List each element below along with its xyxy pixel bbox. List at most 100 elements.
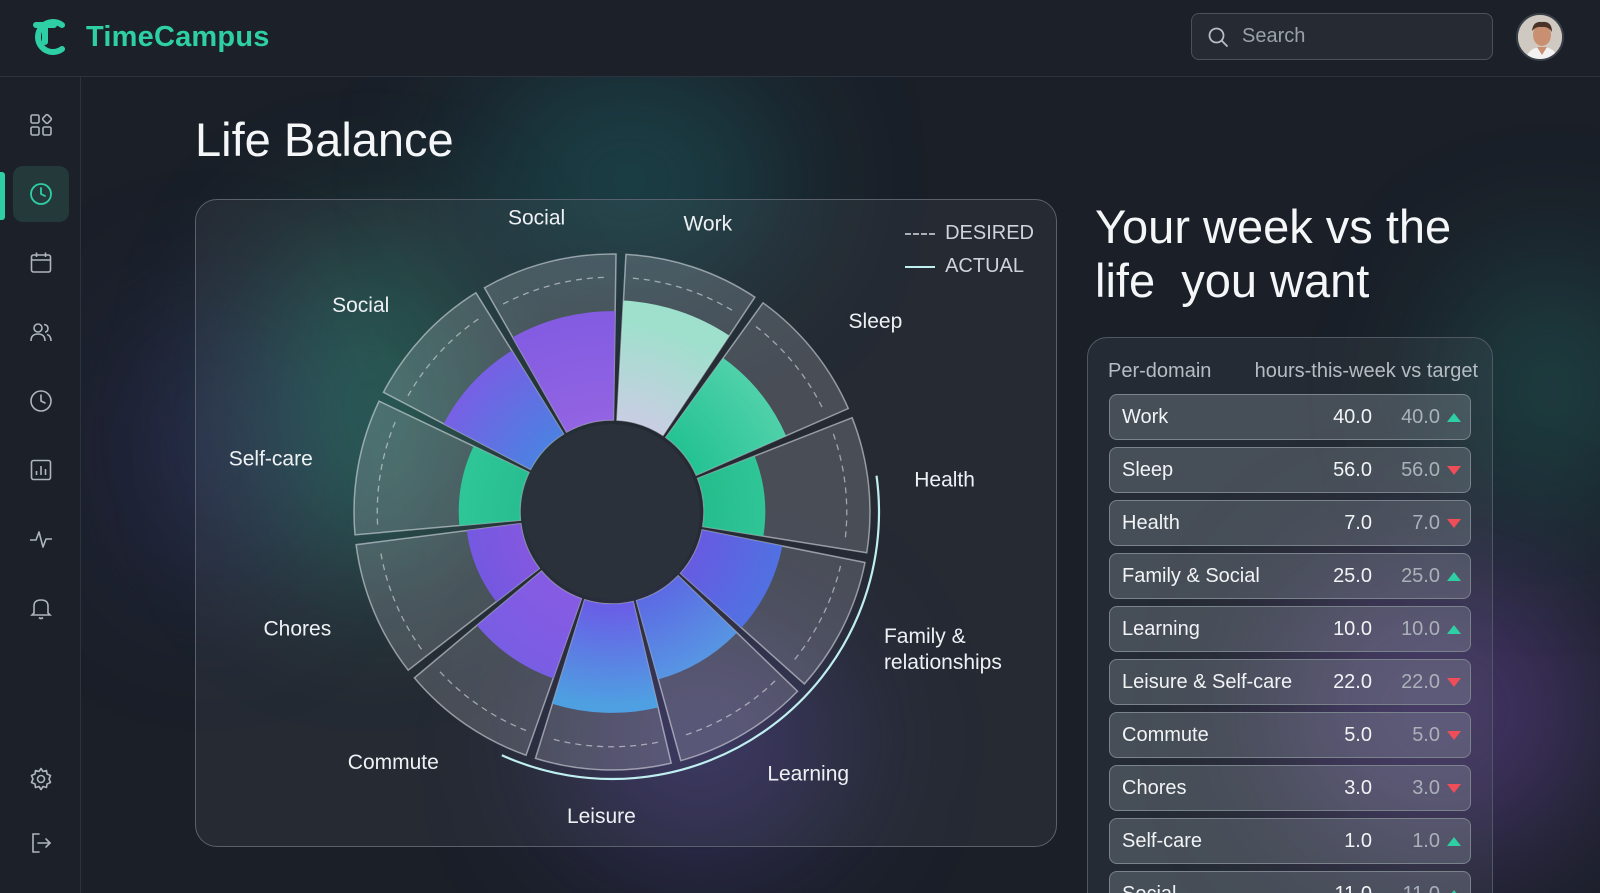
dashboard-icon — [30, 113, 53, 136]
sidebar-item-settings[interactable] — [13, 751, 69, 807]
segment-label-line: Self-care — [229, 447, 313, 470]
top-bar: TimeCampus — [0, 0, 1600, 77]
row-target-hours: 25.0 — [1401, 564, 1440, 587]
dashed-line-swatch — [905, 232, 936, 235]
pulse-icon — [30, 531, 52, 548]
segment-label-line: Work — [683, 212, 732, 235]
segment-label: Self-care — [229, 447, 313, 470]
users-icon — [30, 323, 52, 342]
wheel-legend: DESIRED ACTUAL — [905, 222, 1034, 288]
table-row[interactable]: Social 11.0 11.0 — [1109, 871, 1471, 893]
row-domain-name: Work — [1122, 405, 1169, 428]
row-target-hours: 1.0 — [1412, 829, 1440, 852]
clock-icon — [30, 183, 52, 205]
table-header-left: Per-domain — [1108, 360, 1212, 382]
row-actual-hours: 56.0 — [1333, 458, 1372, 481]
search-input[interactable] — [1242, 25, 1472, 48]
per-domain-table: Per-domain hours-this-week vs target Wor… — [1087, 337, 1493, 893]
bar-chart-icon — [30, 459, 52, 481]
row-target-hours: 11.0 — [1403, 883, 1440, 893]
legend-actual-label: ACTUAL — [945, 255, 1024, 277]
trend-up-icon — [1447, 624, 1461, 634]
segment-label: Learning — [767, 762, 849, 785]
solid-line-swatch — [905, 265, 936, 268]
row-domain-name: Family & Social — [1122, 564, 1260, 587]
headline-line-1: Your week vs the — [1095, 200, 1452, 253]
trend-down-icon — [1447, 518, 1461, 528]
sidebar-item-notifications[interactable] — [13, 580, 69, 636]
table-header-right: hours-this-week vs target — [1254, 360, 1478, 382]
segment-label: Family & relationships — [884, 625, 1002, 674]
sidebar-item-history[interactable] — [13, 373, 69, 429]
life-balance-wheel: Work Sleep Health Family & relationships Lear… — [229, 207, 1002, 828]
table-row[interactable]: Commute 5.0 5.0 — [1109, 712, 1471, 758]
page-title: Life Balance — [195, 113, 454, 166]
row-target-hours: 3.0 — [1412, 776, 1440, 799]
row-actual-hours: 25.0 — [1333, 564, 1372, 587]
row-target-hours: 40.0 — [1401, 405, 1440, 428]
week-headline: Your week vs the life you want — [1095, 200, 1575, 308]
segment-label-line: Chores — [264, 618, 332, 641]
sidebar-item-activity[interactable] — [13, 511, 69, 567]
table-row[interactable]: Work 40.0 40.0 — [1109, 394, 1471, 440]
segment-label-line: Commute — [348, 751, 439, 774]
row-domain-name: Chores — [1122, 776, 1187, 799]
row-domain-name: Social — [1122, 883, 1176, 893]
trend-up-icon — [1447, 889, 1461, 893]
segment-label: Leisure — [567, 805, 636, 828]
legend-desired: DESIRED — [905, 222, 1034, 245]
row-target-hours: 7.0 — [1412, 511, 1440, 534]
row-actual-hours: 7.0 — [1344, 511, 1372, 534]
segment-label: Social — [508, 207, 565, 230]
wheel-hub — [524, 424, 700, 600]
bell-icon — [30, 599, 52, 620]
segment-label: Chores — [264, 618, 332, 641]
row-domain-name: Health — [1122, 511, 1180, 534]
sidebar-item-people[interactable] — [13, 304, 69, 360]
segment-label: Health — [914, 468, 975, 491]
row-domain-name: Self-care — [1122, 829, 1203, 852]
sidebar-item-life-balance[interactable] — [13, 166, 69, 222]
row-domain-name: Sleep — [1122, 458, 1174, 481]
sidebar-item-reports[interactable] — [13, 442, 69, 498]
row-actual-hours: 1.0 — [1344, 829, 1372, 852]
trend-up-icon — [1447, 571, 1461, 581]
clock-icon — [30, 390, 52, 412]
logout-icon — [32, 833, 52, 853]
search-icon — [1208, 27, 1228, 47]
table-header: Per-domain hours-this-week vs target — [1108, 360, 1478, 383]
avatar-photo-icon — [1518, 15, 1562, 59]
table-row[interactable]: Self-care 1.0 1.0 — [1109, 818, 1471, 864]
row-actual-hours: 11.0 — [1335, 883, 1372, 893]
sidebar-item-calendar[interactable] — [13, 235, 69, 291]
row-domain-name: Learning — [1122, 617, 1200, 640]
row-actual-hours: 5.0 — [1344, 723, 1372, 746]
trend-down-icon — [1447, 465, 1461, 475]
segment-label: Social — [332, 294, 389, 317]
sidebar-item-logout[interactable] — [13, 815, 69, 871]
segment-label: Work — [683, 212, 732, 235]
table-row[interactable]: Sleep 56.0 56.0 — [1109, 447, 1471, 493]
row-actual-hours: 3.0 — [1344, 776, 1372, 799]
trend-up-icon — [1447, 412, 1461, 422]
row-domain-name: Commute — [1122, 723, 1209, 746]
sidebar-item-dashboard[interactable] — [13, 97, 69, 153]
user-avatar[interactable] — [1516, 13, 1564, 61]
trend-up-icon — [1447, 836, 1461, 846]
search-box[interactable] — [1191, 13, 1493, 60]
segment-label-line: Learning — [767, 762, 849, 785]
headline-line-2: life you want — [1095, 254, 1370, 307]
active-indicator — [0, 172, 5, 220]
table-row[interactable]: Health 7.0 7.0 — [1109, 500, 1471, 546]
table-row[interactable]: Learning 10.0 10.0 — [1109, 606, 1471, 652]
segment-label-line: Sleep — [849, 310, 903, 333]
segment-label-line: Family & — [884, 625, 966, 648]
table-row[interactable]: Leisure & Self-care 22.0 22.0 — [1109, 659, 1471, 705]
trend-down-icon — [1447, 730, 1461, 740]
table-row[interactable]: Family & Social 25.0 25.0 — [1109, 553, 1471, 599]
segment-label-line: Health — [914, 468, 975, 491]
table-row[interactable]: Chores 3.0 3.0 — [1109, 765, 1471, 811]
row-actual-hours: 22.0 — [1333, 670, 1372, 693]
segment-label-line: Social — [508, 207, 565, 230]
app-logo[interactable]: TimeCampus — [28, 16, 270, 58]
